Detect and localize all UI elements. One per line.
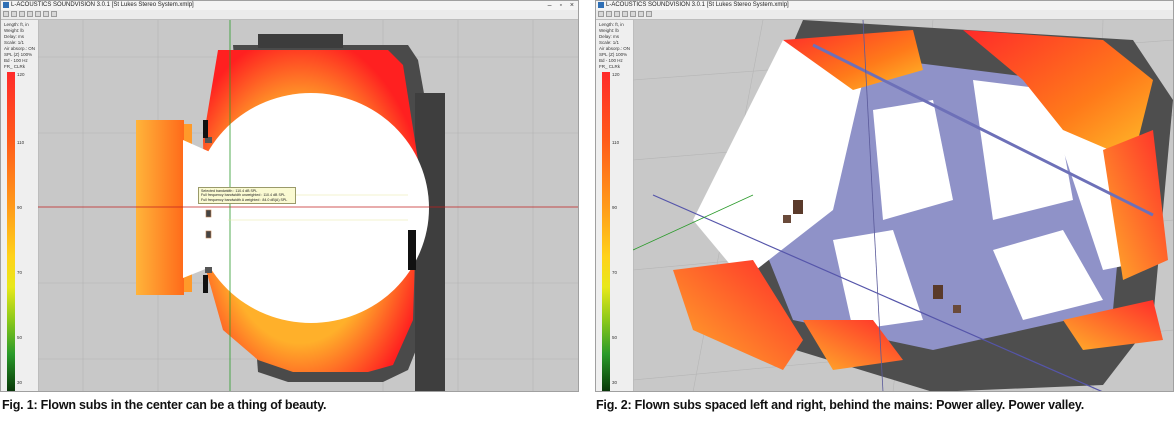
spl-scale-ticks: 120 110 90 70 50 30 87 <box>612 72 632 391</box>
open-file-icon[interactable] <box>606 11 612 17</box>
save-icon[interactable] <box>19 11 25 17</box>
toolbar <box>596 10 1173 20</box>
3d-viewport[interactable]: Selected bandwidth : 110.4 dB SPL Full f… <box>38 20 578 391</box>
tooltip-line: Full frequency bandwidth A weighted : 84… <box>201 197 288 202</box>
view-icon[interactable] <box>43 11 49 17</box>
info-line: FR_ CLRk <box>4 64 26 69</box>
undo-icon[interactable] <box>27 11 33 17</box>
toolbar <box>1 10 578 20</box>
minimize-button[interactable]: – <box>548 2 552 9</box>
scale-tick: 110 <box>612 140 620 145</box>
speaker-icon[interactable] <box>933 285 943 299</box>
edge-mark <box>203 120 208 138</box>
app-icon <box>3 2 9 8</box>
scale-tick: 70 <box>17 270 23 275</box>
window-controls: – ▫ × <box>542 1 574 10</box>
scale-tick: 120 <box>612 72 620 77</box>
top-wall-block <box>258 34 343 48</box>
scale-tick: 90 <box>612 205 618 210</box>
flown-sub-icon[interactable] <box>783 215 791 223</box>
flown-sub-icon[interactable] <box>205 209 212 218</box>
scale-tick: 90 <box>17 205 23 210</box>
settings-icon[interactable] <box>646 11 652 17</box>
perspective-view-map[interactable] <box>633 20 1174 392</box>
left-balcony-spl <box>136 120 184 295</box>
figure-1-caption: Fig. 1: Flown subs in the center can be … <box>2 398 327 412</box>
window-title: L-ACOUSTICS SOUNDVISION 3.0.1 [St Lukes … <box>11 2 194 8</box>
flown-sub-icon[interactable] <box>953 305 961 313</box>
info-line: FR_ CLRk <box>599 64 621 69</box>
open-file-icon[interactable] <box>11 11 17 17</box>
view-icon[interactable] <box>638 11 644 17</box>
edge-mark <box>408 230 416 270</box>
info-sidebar: Length: ft, in Weight: lb Delay: ms Scal… <box>1 20 39 391</box>
window-title: L-ACOUSTICS SOUNDVISION 3.0.1 [St Lukes … <box>606 2 789 8</box>
figure-2-screenshot: L-ACOUSTICS SOUNDVISION 3.0.1 [St Lukes … <box>595 0 1174 392</box>
info-sidebar: Length: ft, in Weight: lb Delay: ms Scal… <box>596 20 634 391</box>
scale-tick: 70 <box>612 270 618 275</box>
spl-color-scale <box>602 72 610 391</box>
new-file-icon[interactable] <box>598 11 604 17</box>
spl-color-scale <box>7 72 15 391</box>
save-icon[interactable] <box>614 11 620 17</box>
redo-icon[interactable] <box>630 11 636 17</box>
scale-tick: 50 <box>612 335 618 340</box>
edge-mark <box>203 275 208 293</box>
app-icon <box>598 2 604 8</box>
scale-tick: 120 <box>17 72 25 77</box>
scale-tick: 30 <box>612 380 618 385</box>
speaker-icon[interactable] <box>205 267 212 273</box>
flown-sub-icon[interactable] <box>205 230 212 239</box>
speaker-icon[interactable] <box>793 200 803 214</box>
undo-icon[interactable] <box>622 11 628 17</box>
center-cluster-zone <box>183 140 228 278</box>
settings-icon[interactable] <box>51 11 57 17</box>
scale-tick: 30 <box>17 380 23 385</box>
3d-viewport[interactable] <box>633 20 1173 391</box>
plan-view-map[interactable] <box>38 20 579 392</box>
spl-readout-tooltip: Selected bandwidth : 110.4 dB SPL Full f… <box>198 187 296 205</box>
close-button[interactable]: × <box>570 2 574 9</box>
maximize-button[interactable]: ▫ <box>559 2 561 9</box>
scale-tick: 110 <box>17 140 25 145</box>
coverage-peak-zone <box>193 93 429 323</box>
spl-scale-ticks: 120 110 90 70 50 30 87 <box>17 72 37 391</box>
scale-tick: 50 <box>17 335 23 340</box>
new-file-icon[interactable] <box>3 11 9 17</box>
figure-2-caption: Fig. 2: Flown subs spaced left and right… <box>596 398 1085 412</box>
figure-1-screenshot: L-ACOUSTICS SOUNDVISION 3.0.1 [St Lukes … <box>0 0 579 392</box>
redo-icon[interactable] <box>35 11 41 17</box>
